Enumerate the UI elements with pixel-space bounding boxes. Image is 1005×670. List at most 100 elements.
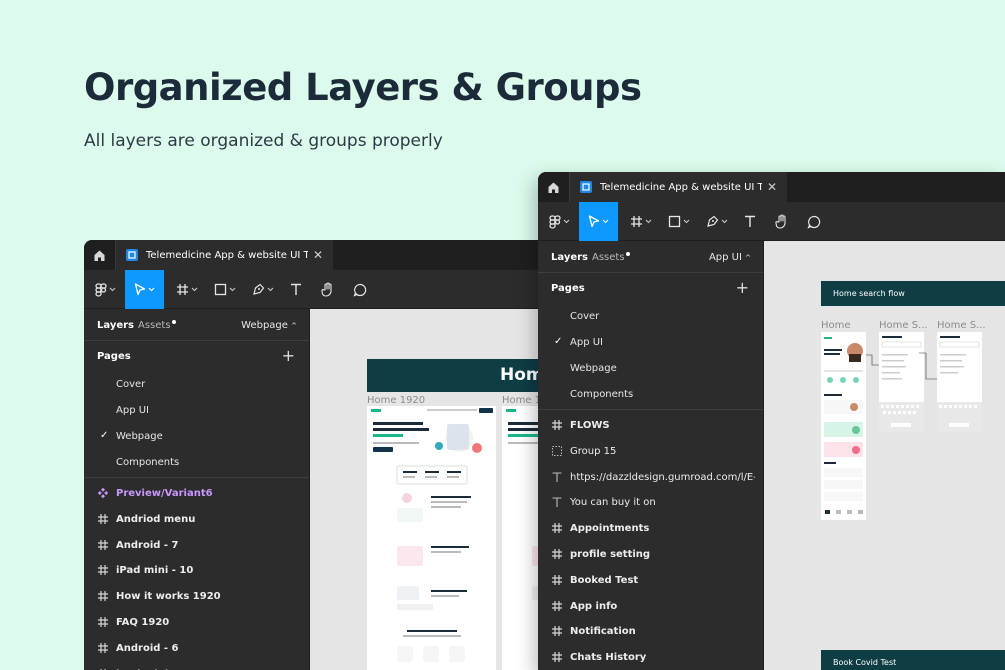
layer-item[interactable]: profile setting: [538, 542, 763, 568]
book-covid-test-banner: Book Covid Test: [821, 650, 1005, 670]
move-tool[interactable]: [125, 270, 164, 309]
comment-icon: [353, 283, 367, 297]
hand-icon: [321, 282, 332, 297]
chevron-down-icon: [109, 287, 115, 292]
hand-tool[interactable]: [772, 202, 792, 241]
page-item-label: Components: [116, 457, 180, 468]
pen-tool[interactable]: [248, 270, 278, 309]
tab-bar: Telemedicine App & website UI Tem... ✕: [538, 172, 1005, 202]
page-item-label: Webpage: [116, 431, 163, 442]
add-page-plus-icon[interactable]: +: [736, 278, 749, 297]
panel-tabs: Layers Assets App UI ^: [538, 241, 763, 273]
layer-item[interactable]: Booked Test: [538, 568, 763, 594]
flow-connector-arrows: [866, 352, 937, 380]
comment-tool[interactable]: [350, 270, 370, 309]
page-item-components[interactable]: Components: [84, 449, 309, 475]
cursor-arrow-icon: [588, 215, 600, 228]
layer-item[interactable]: You can buy it on: [538, 490, 763, 516]
page-item-cover[interactable]: Cover: [538, 303, 763, 329]
layer-item[interactable]: iPad mini - 10: [84, 558, 309, 584]
page-item-cover[interactable]: Cover: [84, 371, 309, 397]
shape-tool[interactable]: [664, 202, 694, 241]
layer-item-label: FAQ 1920: [116, 616, 170, 628]
chevron-down-icon: [645, 219, 652, 224]
pen-icon: [253, 283, 265, 295]
page-item-webpage[interactable]: Webpage: [538, 355, 763, 381]
checkmark-icon: ✓: [100, 430, 109, 441]
layer-item-label: You can buy it on: [570, 497, 656, 509]
frame-icon: [97, 590, 109, 602]
pages-header: Pages +: [538, 273, 763, 303]
tab-assets[interactable]: Assets: [138, 320, 176, 331]
text-icon: [291, 283, 301, 295]
frame-tool[interactable]: [172, 270, 202, 309]
home-button[interactable]: [84, 240, 116, 270]
page-subline: All layers are organized & groups proper…: [84, 131, 443, 151]
toolbar: [538, 202, 1005, 241]
close-icon[interactable]: ✕: [767, 180, 777, 194]
move-tool[interactable]: [579, 202, 618, 241]
pen-tool[interactable]: [702, 202, 732, 241]
layers-panel: Layers Assets Webpage ^ Pages + Cover App…: [84, 309, 310, 670]
layer-item[interactable]: Appointments: [538, 516, 763, 542]
layer-item[interactable]: Group 15: [538, 439, 763, 465]
page-item-webpage[interactable]: ✓ Webpage: [84, 423, 309, 449]
mobile-frame-home[interactable]: [821, 332, 866, 520]
file-tab[interactable]: Telemedicine App & website UI Tem... ✕: [570, 172, 787, 202]
home-button[interactable]: [538, 172, 570, 202]
layer-item[interactable]: Preview/Variant6: [84, 481, 309, 507]
frame-tool[interactable]: [626, 202, 656, 241]
layer-item-label: Preview/Variant6: [116, 488, 213, 499]
layer-item-label: App info: [570, 600, 618, 612]
home-icon: [548, 182, 559, 193]
layer-item[interactable]: iPad mini - 9: [84, 662, 309, 670]
page-item-app-ui[interactable]: App UI: [84, 397, 309, 423]
layer-item[interactable]: App info: [538, 594, 763, 620]
page-item-app-ui[interactable]: ✓ App UI: [538, 329, 763, 355]
frame-label-home: Home: [821, 320, 851, 331]
layer-item[interactable]: Android - 6: [84, 636, 309, 662]
main-menu-button[interactable]: [90, 270, 120, 309]
canvas[interactable]: Home search flow Home Home S... Home S..…: [764, 241, 1005, 670]
page-selector-label: App UI: [708, 252, 742, 263]
chevron-up-icon: ^: [291, 322, 297, 330]
add-page-plus-icon[interactable]: +: [282, 346, 295, 365]
frame-icon: [551, 574, 563, 586]
tab-layers[interactable]: Layers: [551, 252, 588, 263]
hand-icon: [775, 214, 786, 229]
pages-label: Pages: [551, 283, 585, 294]
tab-layers[interactable]: Layers: [97, 320, 134, 331]
layer-item[interactable]: FAQ 1920: [84, 610, 309, 636]
layer-item[interactable]: Chats History: [538, 645, 763, 670]
layer-item[interactable]: FLOWS: [538, 413, 763, 439]
layer-item-label: How it works 1920: [116, 591, 221, 603]
page-selector[interactable]: Webpage ^: [241, 320, 297, 331]
layer-item-label: https://dazzldesign.gumroad.com/l/E-Co..…: [570, 471, 755, 483]
hand-tool[interactable]: [318, 270, 338, 309]
text-tool[interactable]: [286, 270, 306, 309]
page-item-label: Cover: [116, 379, 146, 390]
page-item-components[interactable]: Components: [538, 381, 763, 407]
comment-tool[interactable]: [804, 202, 824, 241]
file-tab[interactable]: Telemedicine App & website UI Tem... ✕: [116, 240, 333, 270]
shape-tool[interactable]: [210, 270, 240, 309]
close-icon[interactable]: ✕: [313, 248, 323, 262]
layer-item-label: Group 15: [570, 445, 617, 457]
layer-item[interactable]: Andriod menu: [84, 507, 309, 533]
layer-item-label: Appointments: [570, 523, 650, 535]
layer-item[interactable]: How it works 1920: [84, 584, 309, 610]
main-menu-button[interactable]: [544, 202, 574, 241]
layer-item-label: Chats History: [570, 652, 647, 664]
rectangle-icon: [214, 283, 227, 296]
layer-item[interactable]: Android - 7: [84, 533, 309, 559]
layers-panel: Layers Assets App UI ^ Pages + Cover ✓ App…: [538, 241, 764, 670]
tab-assets[interactable]: Assets: [592, 252, 630, 263]
page-selector-label: Webpage: [241, 320, 288, 331]
layer-item[interactable]: Notification: [538, 619, 763, 645]
text-tool[interactable]: [740, 202, 760, 241]
layer-item[interactable]: https://dazzldesign.gumroad.com/l/E-Co..…: [538, 465, 763, 491]
webpage-frame-1920[interactable]: [367, 406, 496, 670]
page-selector[interactable]: App UI ^: [709, 252, 751, 263]
frame-icon: [551, 522, 563, 534]
tab-assets-label: Assets: [592, 252, 625, 263]
